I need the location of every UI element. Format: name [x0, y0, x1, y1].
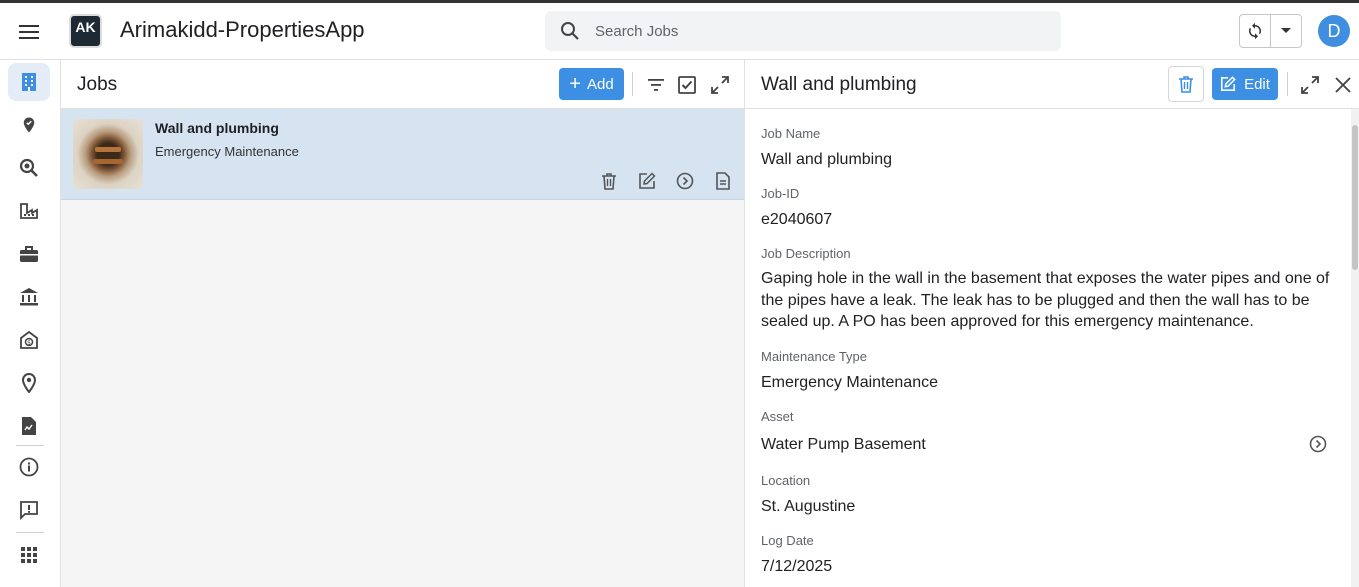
app-bar: AK Arimakidd-PropertiesApp D — [0, 3, 1359, 60]
field-value-asset: Water Pump Basement — [761, 436, 926, 453]
field-label-asset: Asset — [761, 409, 794, 424]
scrollbar-thumb[interactable] — [1352, 125, 1358, 270]
rail-divider — [16, 532, 44, 533]
sync-control — [1239, 14, 1302, 48]
search-zoom-icon[interactable] — [8, 149, 50, 187]
detail-header: Wall and plumbing Edit — [745, 60, 1359, 109]
money-envelope-icon[interactable]: $ — [8, 321, 50, 359]
chevron-down-icon[interactable] — [1271, 15, 1301, 47]
detail-title: Wall and plumbing — [761, 74, 917, 95]
search-input[interactable] — [595, 22, 1015, 40]
edit-button-label: Edit — [1244, 75, 1270, 93]
field-value-maintenance-type: Emergency Maintenance — [761, 374, 938, 391]
job-name: Wall and plumbing — [155, 120, 279, 136]
building-icon[interactable] — [8, 63, 50, 101]
delete-button[interactable] — [1168, 66, 1204, 102]
expand-icon[interactable] — [1297, 72, 1323, 98]
job-thumbnail — [73, 119, 143, 189]
edit-icon — [1221, 76, 1236, 92]
plus-icon: + — [569, 73, 581, 95]
sync-icon[interactable] — [1240, 15, 1272, 47]
field-label-job-name: Job Name — [761, 126, 821, 141]
bank-icon[interactable] — [8, 278, 50, 316]
job-detail-panel: Wall and plumbing Edit Job Name Wall and… — [744, 60, 1359, 587]
field-value-job-name: Wall and plumbing — [761, 151, 893, 168]
field-label-job-id: Job-ID — [761, 186, 800, 201]
field-label-job-description: Job Description — [761, 246, 851, 261]
job-list-item[interactable]: Wall and plumbing Emergency Maintenance — [61, 109, 744, 200]
briefcase-icon[interactable] — [8, 235, 50, 273]
rail-divider — [16, 445, 44, 446]
info-icon[interactable] — [8, 448, 50, 486]
menu-icon[interactable] — [14, 17, 44, 47]
field-value-job-id: e2040607 — [761, 211, 833, 228]
jobs-title: Jobs — [77, 74, 118, 95]
verified-location-icon[interactable] — [8, 106, 50, 144]
chevron-right-circle-icon[interactable] — [673, 169, 697, 193]
jobs-header: Jobs + Add — [61, 60, 744, 109]
trash-icon[interactable] — [597, 169, 621, 193]
document-icon[interactable] — [8, 407, 50, 445]
add-button-label: Add — [586, 75, 614, 93]
search-bar — [545, 11, 1061, 51]
feedback-icon[interactable] — [8, 491, 50, 529]
detail-scrollbar[interactable] — [1351, 109, 1359, 587]
header-divider — [1287, 72, 1288, 96]
edit-icon[interactable] — [635, 169, 659, 193]
edit-button[interactable]: Edit — [1212, 68, 1278, 100]
field-value-location: St. Augustine — [761, 498, 856, 515]
header-divider — [632, 72, 633, 96]
expand-icon[interactable] — [707, 72, 733, 98]
asset-open-icon[interactable] — [1307, 433, 1329, 455]
location-pin-icon[interactable] — [8, 364, 50, 402]
nav-rail: $ — [0, 60, 61, 587]
job-type: Emergency Maintenance — [155, 144, 299, 159]
jobs-panel: Jobs + Add Wall and plumbing Emergency M… — [61, 60, 744, 587]
search-icon[interactable] — [558, 19, 582, 43]
apps-grid-icon[interactable] — [8, 536, 50, 574]
details-document-icon[interactable] — [711, 169, 735, 193]
close-icon[interactable] — [1330, 72, 1356, 98]
factory-icon[interactable] — [8, 192, 50, 230]
filter-icon[interactable] — [643, 72, 669, 98]
field-value-job-description: Gaping hole in the wall in the basement … — [761, 270, 1330, 330]
field-label-log-date: Log Date — [761, 533, 814, 548]
select-checkbox-icon[interactable] — [674, 72, 700, 98]
svg-text:$: $ — [27, 340, 31, 347]
app-logo: AK — [69, 14, 102, 48]
field-label-maintenance-type: Maintenance Type — [761, 349, 867, 364]
avatar[interactable]: D — [1318, 15, 1350, 47]
field-label-location: Location — [761, 473, 811, 488]
add-button[interactable]: + Add — [559, 68, 624, 100]
app-title: Arimakidd-PropertiesApp — [120, 17, 365, 42]
field-value-log-date: 7/12/2025 — [761, 558, 833, 575]
